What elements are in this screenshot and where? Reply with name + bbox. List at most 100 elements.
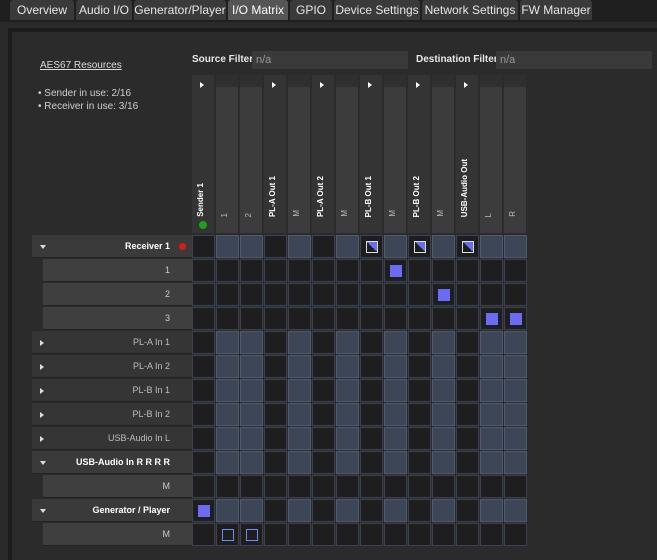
column-header[interactable]: PL-A Out 2 [312, 75, 335, 233]
matrix-cell[interactable] [312, 235, 335, 258]
matrix-cell[interactable] [192, 331, 215, 354]
row-header[interactable]: 3 [42, 307, 192, 330]
matrix-cell[interactable] [480, 283, 503, 306]
matrix-cell[interactable] [360, 331, 383, 354]
matrix-cell[interactable] [240, 307, 263, 330]
matrix-cell[interactable] [504, 499, 527, 522]
column-header[interactable]: M [384, 75, 407, 233]
matrix-cell[interactable] [216, 523, 239, 546]
matrix-cell[interactable] [384, 403, 407, 426]
matrix-cell[interactable] [504, 283, 527, 306]
matrix-cell[interactable] [480, 355, 503, 378]
matrix-cell[interactable] [264, 259, 287, 282]
matrix-cell[interactable] [336, 355, 359, 378]
matrix-cell[interactable] [288, 283, 311, 306]
matrix-cell[interactable] [456, 523, 479, 546]
matrix-cell[interactable] [312, 427, 335, 450]
matrix-cell[interactable] [192, 283, 215, 306]
matrix-cell[interactable] [240, 355, 263, 378]
matrix-cell[interactable] [240, 259, 263, 282]
matrix-cell[interactable] [360, 499, 383, 522]
matrix-cell[interactable] [504, 379, 527, 402]
matrix-cell[interactable] [216, 235, 239, 258]
matrix-cell[interactable] [288, 235, 311, 258]
row-header[interactable]: M [42, 523, 192, 546]
matrix-cell[interactable] [216, 499, 239, 522]
matrix-cell[interactable] [480, 499, 503, 522]
matrix-cell[interactable] [456, 355, 479, 378]
matrix-cell[interactable] [432, 379, 455, 402]
matrix-cell[interactable] [336, 403, 359, 426]
column-header[interactable]: M [432, 75, 455, 233]
chevron-right-icon[interactable] [40, 436, 44, 442]
matrix-cell[interactable] [384, 331, 407, 354]
matrix-cell[interactable] [384, 307, 407, 330]
matrix-cell[interactable] [192, 379, 215, 402]
matrix-cell[interactable] [216, 355, 239, 378]
matrix-cell[interactable] [480, 331, 503, 354]
matrix-cell[interactable] [240, 427, 263, 450]
matrix-cell[interactable] [456, 259, 479, 282]
matrix-cell[interactable] [216, 403, 239, 426]
tab-overview[interactable]: Overview [10, 0, 74, 20]
row-header[interactable]: PL-B In 2 [32, 403, 192, 426]
matrix-cell[interactable] [360, 475, 383, 498]
matrix-cell[interactable] [456, 283, 479, 306]
matrix-cell[interactable] [432, 523, 455, 546]
matrix-cell[interactable] [432, 259, 455, 282]
matrix-cell[interactable] [480, 427, 503, 450]
matrix-cell[interactable] [216, 427, 239, 450]
matrix-cell[interactable] [408, 259, 431, 282]
matrix-cell[interactable] [336, 235, 359, 258]
matrix-cell[interactable] [264, 307, 287, 330]
column-header[interactable]: PL-B Out 2 [408, 75, 431, 233]
matrix-cell[interactable] [336, 427, 359, 450]
matrix-cell[interactable] [504, 427, 527, 450]
tab-network-settings[interactable]: Network Settings [422, 0, 518, 20]
expand-arrow-icon[interactable] [320, 82, 324, 88]
matrix-cell[interactable] [456, 235, 479, 258]
matrix-cell[interactable] [240, 379, 263, 402]
matrix-cell[interactable] [264, 403, 287, 426]
matrix-cell[interactable] [264, 451, 287, 474]
tab-generator-player[interactable]: Generator/Player [134, 0, 226, 20]
matrix-cell[interactable] [360, 283, 383, 306]
matrix-cell[interactable] [480, 403, 503, 426]
matrix-cell[interactable] [360, 403, 383, 426]
chevron-down-icon[interactable] [40, 245, 46, 249]
matrix-cell[interactable] [408, 523, 431, 546]
matrix-cell[interactable] [192, 307, 215, 330]
matrix-cell[interactable] [384, 379, 407, 402]
row-header[interactable]: M [42, 475, 192, 498]
chevron-down-icon[interactable] [40, 461, 46, 465]
expand-arrow-icon[interactable] [200, 82, 204, 88]
matrix-cell[interactable] [312, 379, 335, 402]
matrix-cell[interactable] [264, 427, 287, 450]
matrix-cell[interactable] [336, 379, 359, 402]
matrix-cell[interactable] [336, 259, 359, 282]
matrix-cell[interactable] [456, 499, 479, 522]
row-header[interactable]: USB-Audio In L [32, 427, 192, 450]
matrix-cell[interactable] [456, 427, 479, 450]
row-header[interactable]: Receiver 1 [32, 235, 192, 258]
matrix-cell[interactable] [408, 475, 431, 498]
matrix-cell[interactable] [312, 451, 335, 474]
matrix-cell[interactable] [456, 379, 479, 402]
matrix-cell[interactable] [432, 451, 455, 474]
matrix-cell[interactable] [480, 523, 503, 546]
matrix-cell[interactable] [408, 427, 431, 450]
matrix-cell[interactable] [288, 523, 311, 546]
matrix-cell[interactable] [312, 475, 335, 498]
matrix-cell[interactable] [432, 355, 455, 378]
matrix-cell[interactable] [408, 307, 431, 330]
column-header[interactable]: 1 [216, 75, 239, 233]
matrix-cell[interactable] [264, 379, 287, 402]
row-header[interactable]: Generator / Player [32, 499, 192, 522]
column-header[interactable]: 2 [240, 75, 263, 233]
expand-arrow-icon[interactable] [464, 82, 468, 88]
matrix-cell[interactable] [408, 283, 431, 306]
matrix-cell[interactable] [360, 235, 383, 258]
matrix-cell[interactable] [264, 499, 287, 522]
chevron-right-icon[interactable] [40, 340, 44, 346]
matrix-cell[interactable] [288, 427, 311, 450]
